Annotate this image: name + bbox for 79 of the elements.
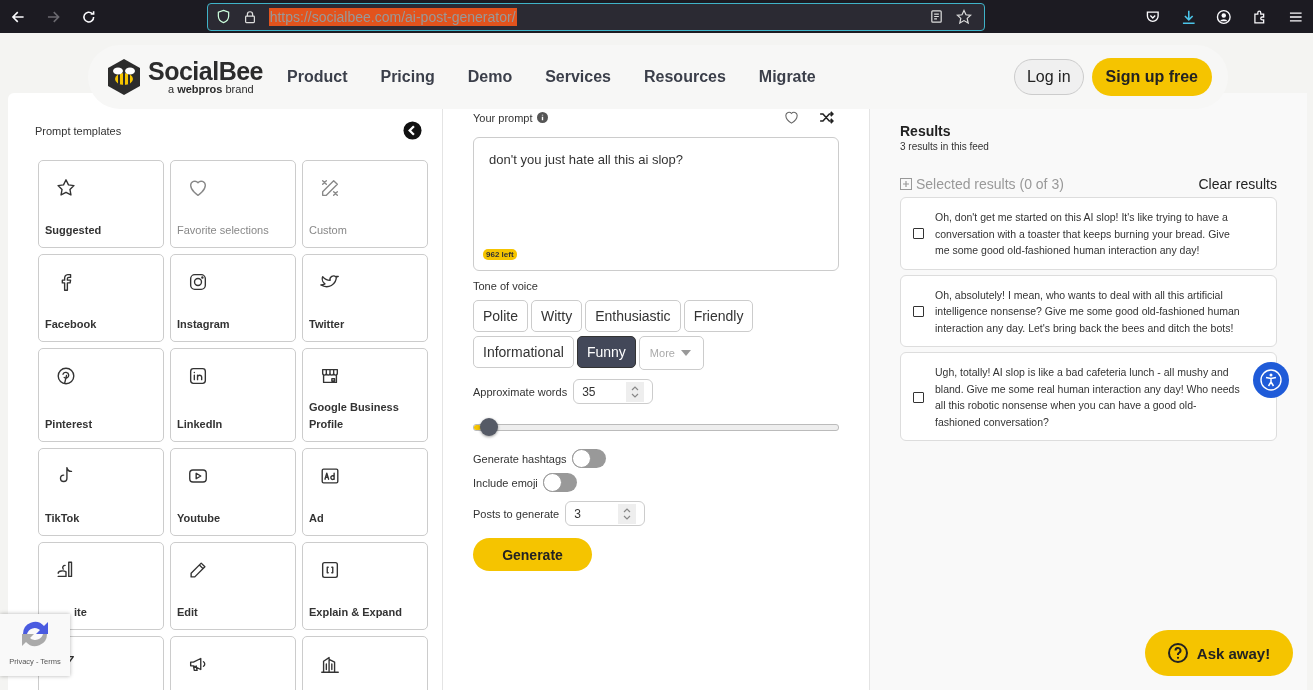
shield-icon xyxy=(215,9,231,24)
question-icon xyxy=(1167,643,1188,663)
shuffle-icon[interactable] xyxy=(818,109,835,126)
tone-option[interactable]: Witty xyxy=(531,300,583,332)
tone-option[interactable]: Friendly xyxy=(683,300,754,332)
tone-option[interactable]: Enthusiastic xyxy=(585,300,681,332)
result-text: Oh, don't get me started on this AI slop! It's like trying to have a conversation with a toaster that keeps burning your bread. Give me some good old-fashioned human interaction any day! xyxy=(935,210,1231,258)
field-label: Posts to generate xyxy=(473,507,560,520)
caret-icon xyxy=(680,350,691,356)
linkedin-icon xyxy=(187,365,209,387)
lock-icon xyxy=(242,9,257,24)
template-tile[interactable]: Twitter xyxy=(302,254,428,342)
field-label: Include emoji xyxy=(473,476,538,489)
accessibility-icon xyxy=(1259,368,1283,392)
tone-option[interactable]: Informational xyxy=(473,336,574,368)
template-tile[interactable]: Youtube xyxy=(170,448,296,536)
template-tile[interactable]: Instagram xyxy=(170,254,296,342)
nav-link[interactable]: Resources xyxy=(644,68,726,86)
results-title: Results xyxy=(900,123,952,139)
stepper-icon[interactable] xyxy=(626,381,645,402)
login-button[interactable]: Log in xyxy=(1013,59,1084,95)
prompt-field[interactable]: don't you just hate all this ai slop? 962 left xyxy=(473,137,839,271)
field-label: Generate hashtags xyxy=(473,452,567,465)
number-field[interactable]: 3 xyxy=(565,501,646,526)
generate-button[interactable]: Generate xyxy=(473,538,592,571)
field-label: Tone of voice xyxy=(473,280,539,292)
star-icon xyxy=(55,177,77,199)
nav-link[interactable]: Demo xyxy=(467,68,513,86)
results-count: 3 results in this feed xyxy=(900,141,990,152)
result-text: Oh, absolutely! I mean, who wants to deal with all this artificial intelligence nonsense? Give me some good old-fashioned human interaction any day. Let's bring back the bees and ditch the bots! xyxy=(935,287,1241,336)
instagram-icon xyxy=(187,271,209,293)
stepper-icon[interactable] xyxy=(618,503,637,524)
tone-option[interactable]: Polite xyxy=(473,300,529,332)
section-title: Prompt templates xyxy=(35,124,122,137)
field-label: Your prompt xyxy=(473,111,533,124)
template-tile[interactable]: Suggested xyxy=(38,160,164,248)
number-field[interactable]: 35 xyxy=(573,379,654,404)
checkbox[interactable] xyxy=(913,391,924,403)
favorite-icon[interactable] xyxy=(783,109,800,126)
pocket-icon[interactable] xyxy=(1145,8,1161,25)
nav-link[interactable]: Product xyxy=(287,68,348,86)
result-text: Ugh, totally! AI slop is like a bad cafeteria lunch - all mushy and bland. Give me some real human interaction any day! Who needs all this robotic nonsense when you can have a good old-fashioned conversation? xyxy=(935,365,1241,430)
brand-name[interactable]: SocialBee xyxy=(148,59,263,84)
template-tile[interactable]: Ad xyxy=(302,448,428,536)
nav-link[interactable]: Migrate xyxy=(758,68,816,86)
help-chat-button[interactable]: Ask away! xyxy=(1145,630,1293,676)
field-label: Approximate words xyxy=(473,385,568,398)
nav-link[interactable]: Services xyxy=(545,68,611,86)
collapse-icon[interactable] xyxy=(403,121,422,140)
url-text: https://socialbee.com/ai-post-generator/ xyxy=(268,7,517,26)
tone-option[interactable]: Funny xyxy=(576,336,636,368)
slider-thumb[interactable] xyxy=(480,418,499,436)
expand-icon[interactable] xyxy=(900,178,912,190)
template-tile[interactable]: Edit xyxy=(170,542,296,630)
brackets-icon xyxy=(319,559,341,581)
reader-view-icon[interactable] xyxy=(929,9,945,24)
ad-icon xyxy=(319,465,341,487)
account-icon[interactable] xyxy=(1216,8,1232,25)
nav-link[interactable]: Pricing xyxy=(380,68,435,86)
template-tile[interactable]: Facebook xyxy=(38,254,164,342)
characters-left-badge: 962 left xyxy=(483,249,517,260)
checkbox[interactable] xyxy=(913,228,924,240)
clear-results-link[interactable]: Clear results xyxy=(1198,176,1277,192)
toggle-switch[interactable] xyxy=(542,473,577,492)
bookmark-star-icon[interactable] xyxy=(956,8,973,25)
brand-tagline: a webpros brand xyxy=(168,84,255,95)
template-tile[interactable]: TikTok xyxy=(38,448,164,536)
info-icon xyxy=(536,112,548,123)
reload-icon[interactable] xyxy=(81,8,97,25)
template-tile[interactable]: Explain & Expand xyxy=(302,542,428,630)
signup-button[interactable]: Sign up free xyxy=(1091,58,1212,96)
checkbox[interactable] xyxy=(913,305,924,317)
template-tile[interactable]: Google Business Profile xyxy=(302,348,428,442)
download-icon[interactable] xyxy=(1180,8,1197,25)
tools-icon xyxy=(319,177,341,199)
template-tile[interactable]: Pinterest xyxy=(38,348,164,442)
template-tile[interactable]: LinkedIn xyxy=(170,348,296,442)
pinterest-icon xyxy=(55,365,77,387)
toggle-switch[interactable] xyxy=(571,449,606,468)
